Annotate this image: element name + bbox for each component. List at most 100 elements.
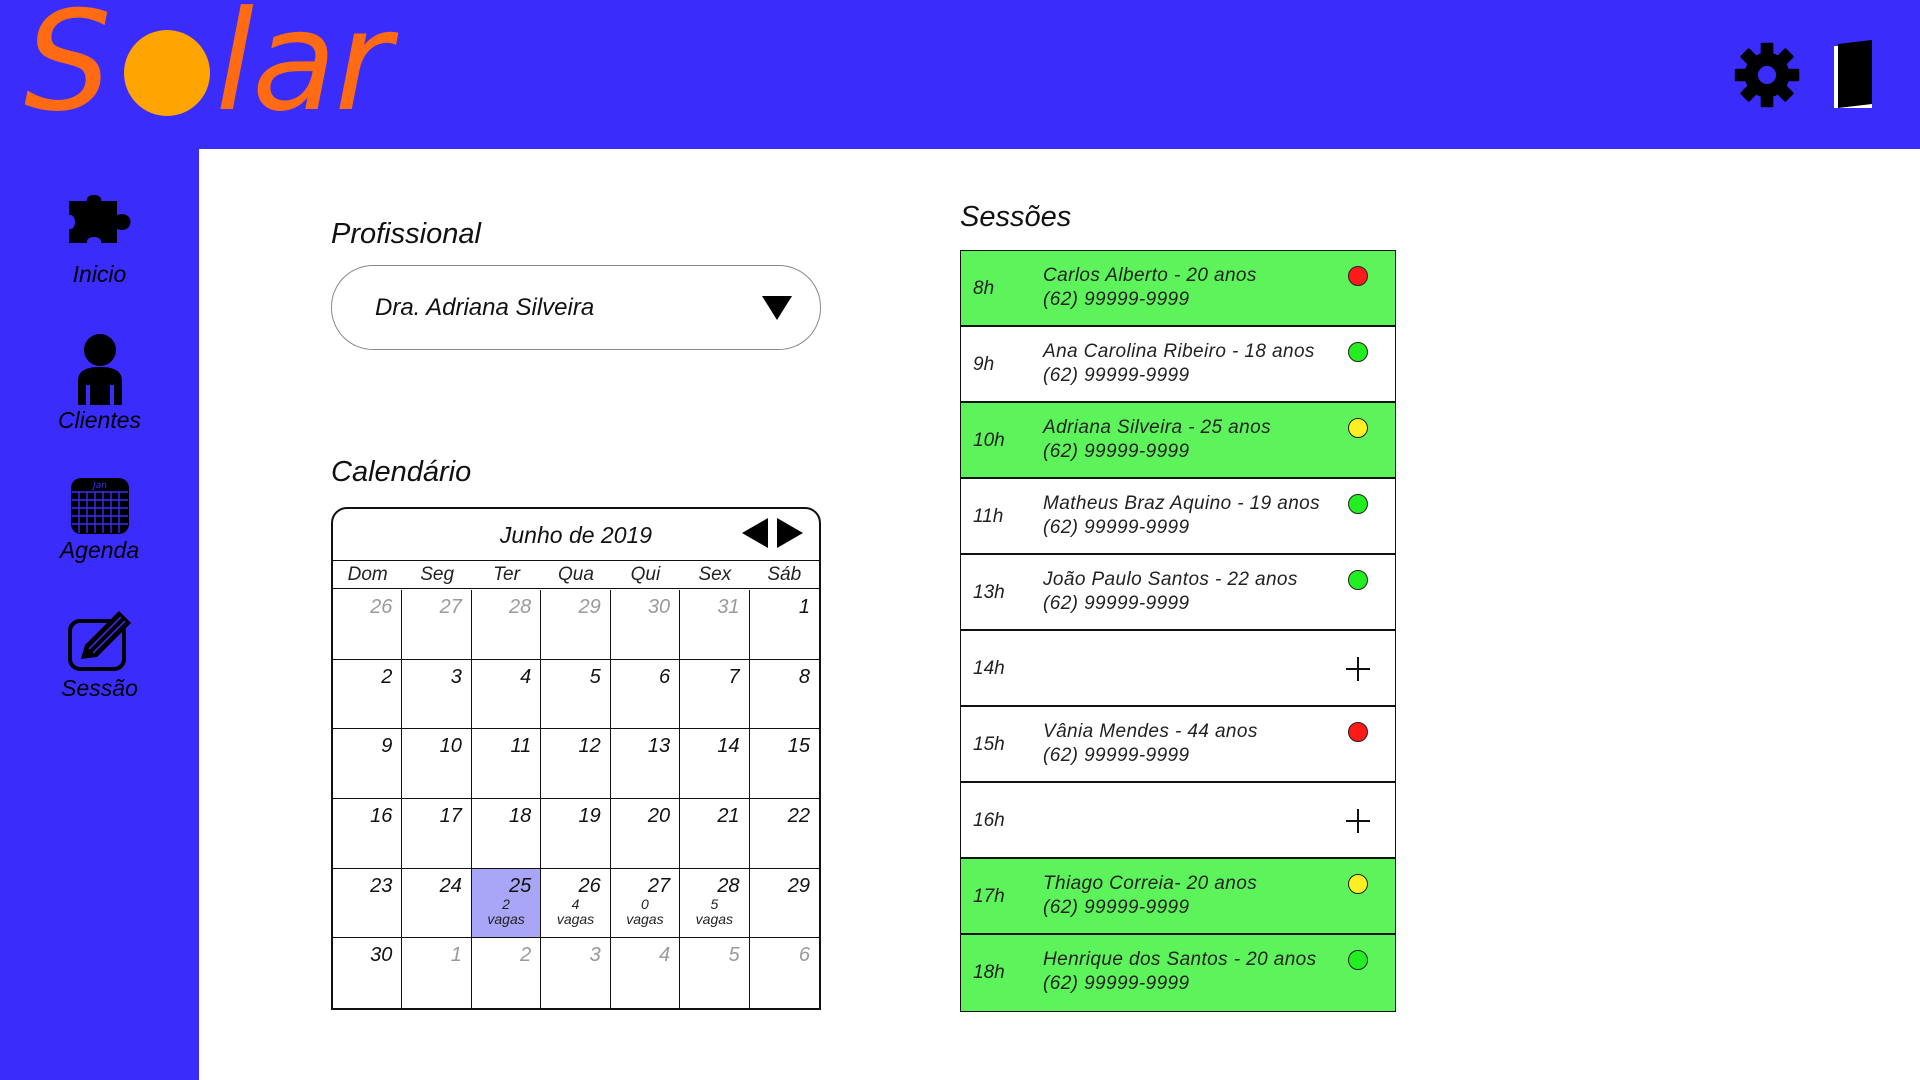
calendar-day[interactable]: 2 <box>472 938 542 1008</box>
door-icon[interactable] <box>1832 40 1878 110</box>
calendar-day-number: 13 <box>647 735 671 758</box>
gear-icon[interactable] <box>1732 40 1802 110</box>
weekday-label: Dom <box>347 564 388 585</box>
session-time: 10h <box>973 430 1005 451</box>
calendar-day[interactable]: 2 <box>333 659 403 730</box>
triangle-left-icon[interactable] <box>742 518 768 548</box>
session-slot[interactable]: 17h Thiago Correia- 20 anos (62) 99999-999… <box>961 859 1395 935</box>
calendar-header: Junho de 2019 <box>333 509 819 561</box>
calendar-day[interactable]: 30 <box>333 938 403 1008</box>
calendar-day[interactable]: 4 <box>611 938 681 1008</box>
profissional-select[interactable]: Dra. Adriana Silveira <box>331 265 821 350</box>
calendar-day[interactable]: 16 <box>333 798 403 869</box>
calendar-day[interactable]: 1 <box>402 938 472 1008</box>
weekday-label: Sáb <box>767 564 802 585</box>
calendar-day-number: 9 <box>381 735 393 758</box>
session-slot-empty[interactable]: 16h <box>961 783 1395 859</box>
calendar-day[interactable]: 22 <box>749 799 819 869</box>
person-icon <box>77 334 122 405</box>
calendar-day[interactable]: 11 <box>471 729 542 799</box>
logo-text: S <box>24 0 112 142</box>
calendar-day[interactable]: 27 0 vagas <box>610 868 681 939</box>
calendar-day[interactable]: 20 <box>610 798 681 869</box>
plus-icon[interactable] <box>1344 655 1372 683</box>
calendar-day-vagas: 4 vagas <box>541 896 609 927</box>
calendar-day[interactable]: 19 <box>541 798 611 869</box>
calendar-title: Calendário <box>331 456 472 488</box>
edit-icon <box>67 611 131 671</box>
session-slot[interactable]: 9h Ana Carolina Ribeiro - 18 anos (62) 999… <box>961 327 1395 403</box>
calendar-day[interactable]: 28 5 vagas <box>680 868 750 939</box>
calendar-day[interactable]: 8 <box>749 660 819 730</box>
calendar-day-number: 21 <box>717 804 740 827</box>
plus-icon[interactable] <box>1344 807 1372 835</box>
calendar-day[interactable]: 1 <box>749 590 819 660</box>
calendar-day-number: 28 <box>509 596 532 618</box>
session-slot-empty[interactable]: 14h <box>961 631 1395 707</box>
calendar-day[interactable]: 3 <box>402 659 472 730</box>
calendar-day[interactable]: 29 <box>749 869 819 939</box>
calendar-day[interactable]: 31 <box>680 590 750 660</box>
calendar-day[interactable]: 18 <box>471 798 542 869</box>
calendar-day[interactable]: 28 <box>471 590 542 660</box>
session-time: 17h <box>973 886 1005 907</box>
calendar-day[interactable]: 24 <box>402 868 472 939</box>
sidebar-item-agenda[interactable]: Jan Agenda <box>0 477 199 564</box>
session-slot[interactable]: 15h Vânia Mendes - 44 anos (62) 99999-9999 <box>961 707 1395 783</box>
calendar-day[interactable]: 23 <box>333 868 403 939</box>
triangle-right-icon[interactable] <box>777 518 803 548</box>
top-header: Slar <box>0 0 1920 149</box>
sun-icon <box>123 30 210 116</box>
calendar-day[interactable]: 14 <box>680 729 750 799</box>
session-client-name: Matheus Braz Aquino - 19 anos <box>1043 493 1321 514</box>
session-time: 16h <box>973 810 1005 831</box>
calendar-day[interactable]: 17 <box>402 798 472 869</box>
session-client-phone: (62) 99999-9999 <box>1043 593 1190 614</box>
calendar-day-number: 4 <box>659 944 671 967</box>
calendar-day[interactable]: 4 <box>471 659 542 730</box>
status-dot-icon <box>1348 418 1368 438</box>
calendar-day[interactable]: 29 <box>541 590 611 660</box>
session-client-phone: (62) 99999-9999 <box>1043 441 1190 462</box>
session-slot[interactable]: 11h Matheus Braz Aquino - 19 anos (62) 999… <box>961 479 1395 555</box>
calendar-day-number: 4 <box>520 665 532 688</box>
sidebar-item-inicio[interactable]: Inicio <box>0 195 199 288</box>
triangle-down-icon[interactable] <box>762 296 792 320</box>
calendar-day-number: 2 <box>381 665 393 688</box>
calendar-day[interactable]: 30 <box>610 590 681 660</box>
calendar-day-number: 1 <box>450 944 462 967</box>
calendar-day-number: 26 <box>370 596 393 618</box>
vagas-label: vagas <box>556 910 595 927</box>
calendar-icon: Jan <box>70 478 129 534</box>
calendar-day-number: 18 <box>509 804 532 827</box>
calendar-day[interactable]: 6 <box>750 938 819 1008</box>
calendar-day[interactable]: 10 <box>402 729 472 799</box>
session-slot[interactable]: 8h Carlos Alberto - 20 anos (62) 99999-999… <box>961 251 1395 327</box>
status-dot-icon <box>1348 570 1368 590</box>
calendar-day[interactable]: 26 <box>333 590 403 660</box>
calendar-day[interactable]: 9 <box>333 729 403 799</box>
calendar-day[interactable]: 15 <box>749 729 819 799</box>
calendar-day[interactable]: 21 <box>680 798 750 869</box>
calendar-day[interactable]: 3 <box>541 938 611 1008</box>
calendar-day[interactable]: 13 <box>610 729 681 799</box>
calendar-day-vagas: 0 vagas <box>611 896 679 927</box>
weekday-label: Seg <box>420 564 455 585</box>
session-slot[interactable]: 18h Henrique dos Santos - 20 anos (62) 999… <box>961 935 1395 1011</box>
sidebar-item-clientes[interactable]: Clientes <box>0 333 199 434</box>
sidebar-item-sessao[interactable]: Sessão <box>0 609 199 702</box>
calendar-day-selected[interactable]: 25 2 vagas <box>471 868 542 939</box>
calendar-day[interactable]: 27 <box>402 590 472 660</box>
calendar-day[interactable]: 5 <box>680 938 750 1008</box>
session-time: 14h <box>973 658 1005 679</box>
calendar-day[interactable]: 12 <box>541 729 611 799</box>
calendar-day[interactable]: 5 <box>541 659 611 730</box>
calendar-day-number: 5 <box>589 665 601 688</box>
session-client-name: Carlos Alberto - 20 anos <box>1043 265 1257 286</box>
calendar-day[interactable]: 26 4 vagas <box>541 868 611 939</box>
calendar-day[interactable]: 7 <box>680 659 750 730</box>
calendar-day[interactable]: 6 <box>610 659 681 730</box>
session-slot[interactable]: 13h João Paulo Santos - 22 anos (62) 99999… <box>961 555 1395 631</box>
session-slot[interactable]: 10h Adriana Silveira - 25 anos (62) 99999-… <box>961 403 1395 479</box>
calendar-day-number: 12 <box>578 735 601 758</box>
